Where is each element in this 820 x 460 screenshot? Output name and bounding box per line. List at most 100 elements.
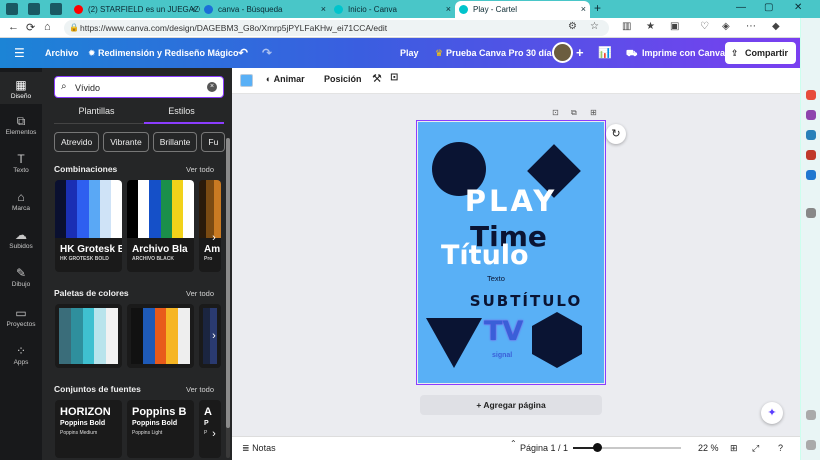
scroll-right-arrow-icon[interactable]: › <box>207 424 221 444</box>
show-pages-chevron-icon[interactable]: ⌃ <box>510 439 517 448</box>
tab-templates[interactable]: Plantillas <box>54 106 139 116</box>
close-icon[interactable]: × <box>191 4 196 14</box>
search-input[interactable] <box>75 80 203 95</box>
add-sidebar-app-icon[interactable] <box>806 208 816 218</box>
minimize-icon[interactable]: — <box>736 2 746 13</box>
chip-more[interactable]: Fu <box>201 132 226 152</box>
redo-icon[interactable]: ↷ <box>262 38 272 68</box>
chip-atrevido[interactable]: Atrevido <box>54 132 100 152</box>
zoom-slider-knob[interactable] <box>593 443 602 452</box>
home-icon[interactable]: ⌂ <box>44 21 51 33</box>
add-page-button[interactable]: + Agregar página <box>420 395 602 415</box>
hexagon-shape[interactable] <box>532 312 582 368</box>
project-title[interactable]: Redimensión y Rediseño Mágico <box>98 38 239 68</box>
palette-card-1[interactable] <box>127 304 194 368</box>
close-icon[interactable]: × <box>446 4 451 14</box>
zoom-slider[interactable] <box>573 443 681 452</box>
office-icon[interactable] <box>806 150 816 160</box>
title-text[interactable]: Título <box>441 240 529 271</box>
rail-item-design[interactable]: ▦ Diseño <box>0 72 42 104</box>
shopping-icon[interactable] <box>806 90 816 100</box>
design-page[interactable]: PLAY Time Título Texto SUBTÍTULO TV sign… <box>416 120 606 385</box>
rail-item-uploads[interactable]: ☁ Subidos <box>0 228 42 250</box>
new-tab-icon[interactable]: + <box>594 1 601 15</box>
rail-item-projects[interactable]: ▭ Proyectos <box>0 306 42 328</box>
maximize-icon[interactable]: ▢ <box>764 2 773 13</box>
font-set-card-0[interactable]: HORIZON Poppins Bold Poppins Medium <box>55 400 122 458</box>
more-options-icon[interactable]: ⋯ <box>746 21 756 32</box>
rail-item-elements[interactable]: ⧉ Elementos <box>0 114 42 136</box>
palette-card-0[interactable] <box>55 304 122 368</box>
copilot-icon[interactable]: ◈ <box>722 21 730 32</box>
add-page-icon[interactable]: ⊞ <box>590 108 597 117</box>
paint-roller-icon[interactable]: ⚒ <box>372 72 382 85</box>
scroll-right-arrow-icon[interactable]: › <box>207 228 221 248</box>
insights-chart-icon[interactable]: 📊 <box>598 38 612 68</box>
split-screen-icon[interactable]: ▥ <box>622 21 631 32</box>
body-text[interactable]: Texto <box>487 274 505 283</box>
print-button[interactable]: ⛟ Imprime con Canva <box>620 42 733 64</box>
settings-icon[interactable] <box>806 440 816 450</box>
rail-item-brand[interactable]: ⌂ Marca <box>0 190 42 212</box>
profile-icon[interactable] <box>6 3 18 15</box>
avatar[interactable] <box>552 42 573 63</box>
combination-card-1[interactable]: Archivo Bla ARCHIVO BLACK <box>127 180 194 272</box>
zoom-level[interactable]: 22 % <box>698 443 719 453</box>
play-text[interactable]: PLAY <box>418 184 604 218</box>
refresh-icon[interactable]: ⟳ <box>26 21 35 34</box>
browser-tab-1[interactable]: canva - Búsqueda × <box>200 1 330 18</box>
see-all-palettes[interactable]: Ver todo <box>186 289 214 298</box>
outlook-icon[interactable] <box>806 170 816 180</box>
sidebar-toggle-icon[interactable] <box>806 410 816 420</box>
close-window-icon[interactable]: ✕ <box>794 2 802 13</box>
page-indicator[interactable]: Página 1 / 1 <box>520 443 568 453</box>
tools-icon[interactable] <box>806 130 816 140</box>
games-icon[interactable] <box>806 110 816 120</box>
close-icon[interactable]: × <box>321 4 326 14</box>
grid-view-icon[interactable]: ⊞ <box>730 443 738 454</box>
undo-icon[interactable]: ↶ <box>238 38 248 68</box>
workspaces-icon[interactable] <box>28 3 40 15</box>
rail-item-apps[interactable]: ⁘ Apps <box>0 344 42 366</box>
favorites-icon[interactable]: ★ <box>646 21 655 32</box>
rail-item-text[interactable]: T Texto <box>0 152 42 174</box>
back-icon[interactable]: ← <box>8 21 19 33</box>
help-icon[interactable]: ? <box>778 443 783 453</box>
scroll-right-arrow-icon[interactable]: › <box>207 326 221 346</box>
background-color-swatch[interactable] <box>240 74 253 87</box>
chip-brillante[interactable]: Brillante <box>152 132 198 152</box>
lock-icon[interactable]: ⊡ <box>390 72 398 83</box>
combination-card-0[interactable]: HK Grotesk B HK GROTESK BOLD <box>55 180 122 272</box>
url-field[interactable]: 🔒 https://www.canva.com/design/DAGEBM3_G… <box>64 20 609 36</box>
tab-styles[interactable]: Estilos <box>139 106 224 116</box>
share-button[interactable]: ⇪ Compartir <box>725 42 797 64</box>
extensions-icon[interactable]: ⚙ <box>568 21 577 32</box>
magic-sparkle-icon[interactable]: ✦ <box>761 402 783 424</box>
scrollbar-thumb[interactable] <box>226 138 230 428</box>
copilot-sidebar-icon[interactable]: ◆ <box>772 21 780 32</box>
animate-button[interactable]: ◐ Animar <box>266 74 305 84</box>
signal-text[interactable]: signal <box>492 352 512 359</box>
refresh-design-icon[interactable]: ↻ <box>606 124 626 144</box>
clear-search-icon[interactable]: × <box>207 82 217 92</box>
font-set-card-1[interactable]: Poppins B Poppins Bold Poppins Light <box>127 400 194 458</box>
see-all-font-sets[interactable]: Ver todo <box>186 385 214 394</box>
heart-icon[interactable]: ♡ <box>700 21 709 32</box>
triangle-shape[interactable] <box>426 318 482 368</box>
browser-tab-2[interactable]: Inicio - Canva × <box>330 1 455 18</box>
file-menu[interactable]: Archivo <box>45 38 79 68</box>
fullscreen-icon[interactable]: ⤢ <box>752 443 759 454</box>
subtitle-text[interactable]: SUBTÍTULO <box>418 292 604 310</box>
browser-tab-0[interactable]: (2) STARFIELD es un JUEGAZO × <box>70 1 200 18</box>
lock-page-icon[interactable]: ⊡ <box>552 108 559 117</box>
notes-button[interactable]: ≣ Notas <box>242 443 276 454</box>
panel-scrollbar[interactable] <box>226 138 230 458</box>
close-icon[interactable]: × <box>581 4 586 14</box>
pro-trial-button[interactable]: ♛ Prueba Canva Pro 30 días <box>430 42 565 64</box>
tv-text[interactable]: TV <box>484 316 523 347</box>
collections-icon[interactable]: ▣ <box>670 21 679 32</box>
browser-tab-3[interactable]: Play - Cartel × <box>455 1 590 18</box>
duplicate-page-icon[interactable]: ⧉ <box>571 108 577 118</box>
see-all-combinations[interactable]: Ver todo <box>186 165 214 174</box>
tab-actions-icon[interactable] <box>50 3 62 15</box>
